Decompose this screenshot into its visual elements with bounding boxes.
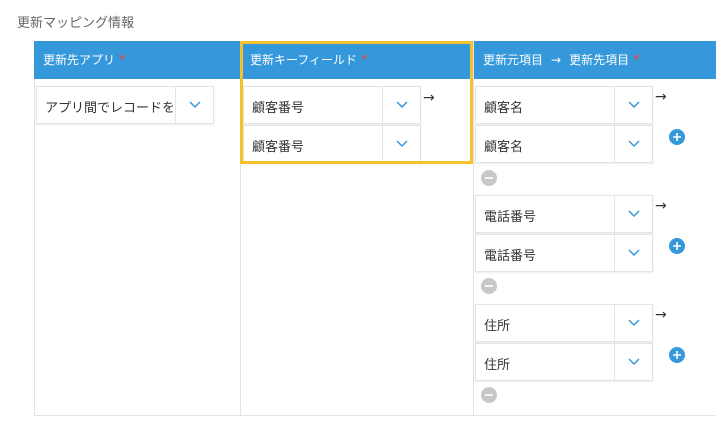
dest-item-value: 住所: [484, 358, 511, 373]
dropdown-button[interactable]: [614, 196, 652, 232]
minus-icon: [485, 394, 493, 396]
add-row-button[interactable]: [669, 238, 685, 254]
header-source-item-label: 更新元項目: [483, 53, 544, 67]
remove-row-button[interactable]: [481, 278, 497, 294]
plus-icon: [673, 351, 681, 359]
dropdown-button[interactable]: [382, 126, 420, 162]
minus-icon: [485, 177, 493, 179]
source-item-value: 電話番号: [484, 210, 537, 225]
add-row-button[interactable]: [669, 129, 685, 145]
plus-icon: [673, 242, 681, 250]
remove-row-button[interactable]: [481, 387, 497, 403]
chevron-down-icon: [628, 358, 640, 366]
chevron-down-icon: [189, 101, 201, 109]
remove-row-button[interactable]: [481, 170, 497, 186]
dropdown-button[interactable]: [175, 87, 213, 123]
column-divider: [473, 41, 474, 416]
plus-icon: [673, 133, 681, 141]
chevron-down-icon: [628, 319, 640, 327]
key-field-select[interactable]: 顧客番号: [243, 86, 421, 124]
dropdown-button[interactable]: [614, 126, 652, 162]
chevron-down-icon: [396, 140, 408, 148]
column-divider: [240, 41, 241, 416]
source-item-select[interactable]: 電話番号: [475, 195, 653, 233]
mapping-arrow: →: [423, 90, 435, 106]
dropdown-button[interactable]: [614, 235, 652, 271]
chevron-down-icon: [628, 249, 640, 257]
dest-item-select[interactable]: 電話番号: [475, 234, 653, 272]
key-field-value: 顧客番号: [252, 101, 305, 116]
source-item-value: 顧客名: [484, 101, 524, 116]
mapping-arrow: →: [655, 89, 667, 105]
key-field-value: 顧客番号: [252, 140, 305, 155]
header-dest-item-label: 更新先項目: [569, 53, 630, 67]
header-arrow: →: [551, 53, 562, 67]
header-dest-app-label: 更新先アプリ: [43, 53, 116, 67]
source-item-select[interactable]: 住所: [475, 304, 653, 342]
source-item-select[interactable]: 顧客名: [475, 86, 653, 124]
required-mark: *: [633, 53, 640, 68]
header-key-field-label: 更新キーフィールド: [250, 53, 358, 67]
source-item-value: 住所: [484, 319, 511, 334]
dropdown-button[interactable]: [382, 87, 420, 123]
dropdown-button[interactable]: [614, 344, 652, 380]
dest-item-value: 電話番号: [484, 249, 537, 264]
required-mark: *: [361, 53, 368, 68]
dest-app-select[interactable]: アプリ間でレコードを: [36, 86, 214, 124]
minus-icon: [485, 285, 493, 287]
dest-item-value: 顧客名: [484, 140, 524, 155]
chevron-down-icon: [628, 101, 640, 109]
key-field-select[interactable]: 顧客番号: [243, 125, 421, 163]
dropdown-button[interactable]: [614, 87, 652, 123]
add-row-button[interactable]: [669, 347, 685, 363]
dest-app-value: アプリ間でレコードを: [45, 101, 173, 116]
dropdown-button[interactable]: [614, 305, 652, 341]
dest-item-select[interactable]: 顧客名: [475, 125, 653, 163]
chevron-down-icon: [396, 101, 408, 109]
header-mapping: 更新元項目 → 更新先項目 *: [483, 51, 640, 68]
section-title: 更新マッピング情報: [17, 16, 135, 31]
header-dest-app: 更新先アプリ *: [43, 51, 126, 68]
mapping-arrow: →: [655, 307, 667, 323]
chevron-down-icon: [628, 210, 640, 218]
chevron-down-icon: [628, 140, 640, 148]
header-key-field: 更新キーフィールド *: [250, 51, 368, 68]
dest-item-select[interactable]: 住所: [475, 343, 653, 381]
mapping-arrow: →: [655, 198, 667, 214]
required-mark: *: [119, 53, 126, 68]
